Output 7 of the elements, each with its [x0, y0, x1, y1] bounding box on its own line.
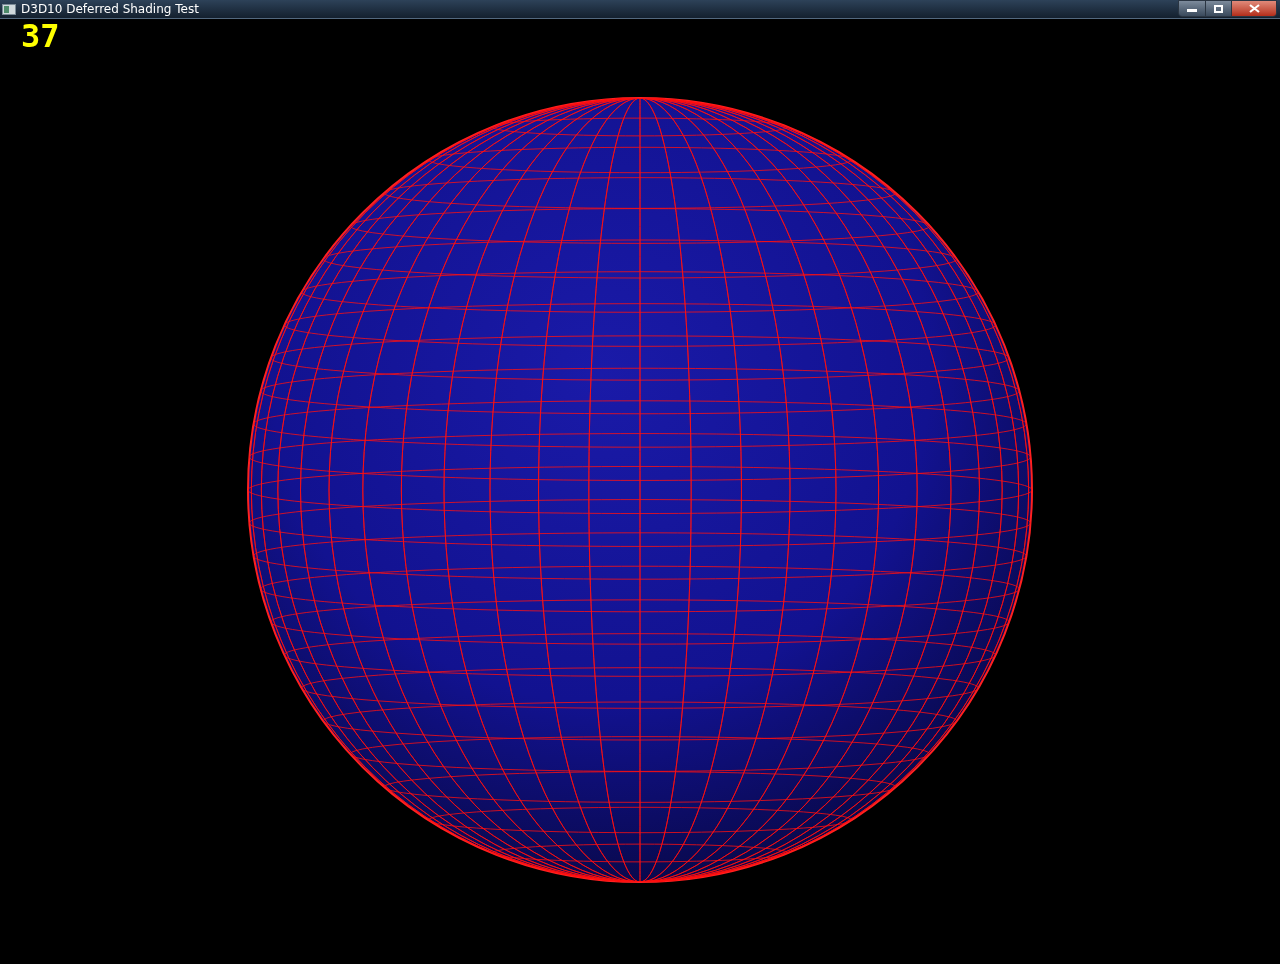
fps-counter: 37: [21, 20, 60, 52]
close-icon: [1248, 4, 1260, 13]
window-title: D3D10 Deferred Shading Test: [21, 3, 199, 15]
app-icon: [2, 3, 16, 15]
minimize-button[interactable]: [1179, 1, 1206, 16]
restore-button[interactable]: [1206, 1, 1232, 16]
close-button[interactable]: [1232, 1, 1276, 16]
